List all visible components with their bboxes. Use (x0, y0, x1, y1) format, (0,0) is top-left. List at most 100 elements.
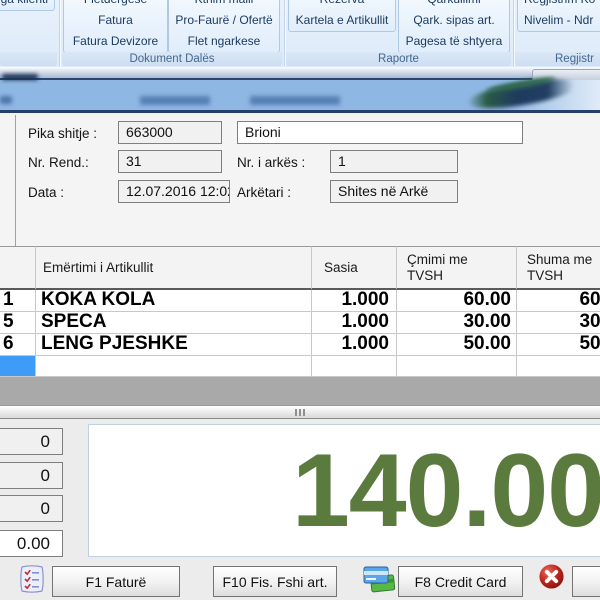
cell-qty[interactable]: 1.000 (312, 312, 397, 334)
ribbon-item-pro-faure-oferte[interactable]: Pro-Faurë / Ofertë (169, 10, 279, 31)
ribbon-item-fatura[interactable]: Fatura (64, 10, 167, 31)
ribbon-item-fletdergese[interactable]: Fletdërgesë (64, 0, 167, 10)
grid-header-rownum[interactable] (0, 246, 36, 290)
ribbon-group-divider (284, 0, 285, 66)
pos-app-window: ga klienti Fletdërgesë Fatura Fatura Dev… (0, 0, 600, 600)
f10-fshi-art-button[interactable]: F10 Fis. Fshi art. (213, 566, 337, 597)
grand-total-value: 140.00 (292, 439, 600, 543)
credit-card-icon[interactable] (362, 563, 396, 595)
grid-row-new-empty[interactable] (0, 356, 600, 377)
ribbon-group-divider (59, 0, 60, 66)
invoice-header-form: Pika shitje : 663000 Brioni Nr. Rend.: 3… (0, 113, 600, 246)
partial-button[interactable] (572, 566, 600, 597)
ribbon-column-dokument-1: Fletdërgesë Fatura Fatura Devizore (63, 0, 168, 53)
amount-field[interactable]: 0.00 (0, 530, 63, 557)
grand-total-display: 140.00 (88, 424, 600, 557)
ribbon-group-label-raporte: Raporte (286, 52, 511, 66)
splitter-grip-icon (295, 409, 297, 416)
ribbon-column-regjistrim: Regjistrim Ko Nivelim - Ndr (517, 0, 600, 32)
counter-field-2[interactable]: 0 (0, 462, 63, 489)
data-label: Data : (28, 181, 64, 204)
pika-shitje-label: Pika shitje : (28, 122, 97, 145)
cell-price[interactable]: 30.00 (397, 312, 517, 334)
cell-rownum[interactable]: 6 (0, 334, 36, 356)
nr-rend-label: Nr. Rend.: (28, 151, 89, 174)
splitter-grip-icon (299, 409, 301, 416)
items-grid-table: Emërtimi i Artikullit Sasia Çmimi me TVS… (0, 246, 600, 377)
selected-row-indicator[interactable] (0, 356, 36, 377)
data-field[interactable]: 12.07.2016 12:02 (118, 180, 230, 203)
grid-header-total-label: Shuma me TVSH (527, 252, 600, 284)
cell-price[interactable]: 50.00 (397, 334, 517, 356)
cell-total-empty[interactable] (517, 356, 600, 377)
grid-header-name[interactable]: Emërtimi i Artikullit (36, 246, 312, 290)
grid-header-qty[interactable]: Sasia (312, 246, 397, 290)
counter-field-3[interactable]: 0 (0, 495, 63, 522)
grid-header-total[interactable]: Shuma me TVSH (517, 246, 600, 290)
ribbon-item-partial-klienti[interactable]: ga klienti (0, 0, 54, 10)
ribbon-column-raporte-2: Qarkullimi Qark. sipas art. Pagesa të sh… (398, 0, 510, 53)
grid-header-qty-label: Sasia (324, 260, 358, 275)
ribbon-item-regjistrim[interactable]: Regjistrim Ko (518, 0, 600, 10)
arketari-label: Arkëtari : (237, 181, 291, 204)
nr-rend-field[interactable]: 31 (118, 150, 222, 173)
company-banner (0, 80, 600, 113)
ribbon-item-flet-ngarkese[interactable]: Flet ngarkese (169, 31, 279, 52)
items-grid: Emërtimi i Artikullit Sasia Çmimi me TVS… (0, 246, 600, 405)
splitter-grip-icon (303, 409, 305, 416)
horizontal-splitter[interactable] (0, 405, 600, 419)
f8-credit-card-button[interactable]: F8 Credit Card (398, 566, 523, 597)
grid-header-name-label: Emërtimi i Artikullit (43, 260, 153, 275)
cell-item-name-empty[interactable] (36, 356, 312, 377)
cancel-icon[interactable] (538, 563, 565, 590)
ribbon-column-dokument-2: Kthim malli Pro-Faurë / Ofertë Flet ngar… (168, 0, 280, 53)
redacted-text (140, 96, 210, 105)
redacted-text (250, 96, 340, 105)
cell-item-name[interactable]: SPECA (36, 312, 312, 334)
grid-header-row: Emërtimi i Artikullit Sasia Çmimi me TVS… (0, 246, 600, 290)
redacted-text (2, 74, 38, 80)
cell-price-empty[interactable] (397, 356, 517, 377)
grid-row[interactable]: 1 KOKA KOLA 1.000 60.00 60.00 (0, 290, 600, 312)
redacted-text (0, 96, 12, 104)
ribbon-item-kthim-malli[interactable]: Kthim malli (169, 0, 279, 10)
pika-shitje-code-field[interactable]: 663000 (118, 121, 222, 144)
panel-border (15, 115, 16, 246)
ribbon-item-fatura-devizore[interactable]: Fatura Devizore (64, 31, 167, 52)
ribbon-item-qarkullimi[interactable]: Qarkullimi (399, 0, 509, 10)
grid-row[interactable]: 6 LENG PJESHKE 1.000 50.00 50.00 (0, 334, 600, 356)
ribbon-group-divider (513, 0, 514, 66)
ribbon-column-raporte-1: Rezerva Kartela e Artikullit (288, 0, 396, 32)
cell-total[interactable]: 50.00 (517, 334, 600, 356)
arketari-field[interactable]: Shites në Arkë (330, 180, 458, 203)
ribbon-item-kartela-artikullit[interactable]: Kartela e Artikullit (289, 10, 395, 31)
ribbon-item-rezerva[interactable]: Rezerva (289, 0, 395, 10)
ribbon-group-label-dokument-dales: Dokument Dalës (62, 52, 282, 66)
cell-total[interactable]: 60.00 (517, 290, 600, 312)
cell-qty[interactable]: 1.000 (312, 334, 397, 356)
cell-qty-empty[interactable] (312, 356, 397, 377)
grid-header-price-label: Çmimi me TVSH (407, 252, 487, 284)
cell-rownum[interactable]: 1 (0, 290, 36, 312)
cell-price[interactable]: 60.00 (397, 290, 517, 312)
grid-header-price[interactable]: Çmimi me TVSH (397, 246, 517, 290)
ribbon-item-nivelim[interactable]: Nivelim - Ndr (518, 10, 600, 31)
ribbon-group-label-regjistrim: Regjistr (515, 52, 600, 66)
cell-item-name[interactable]: KOKA KOLA (36, 290, 312, 312)
ribbon-toolbar: ga klienti Fletdërgesë Fatura Fatura Dev… (0, 0, 600, 67)
ribbon-partial-group: ga klienti (0, 0, 55, 11)
window-chrome-bar (0, 67, 600, 80)
f1-fature-button[interactable]: F1 Faturë (52, 566, 180, 597)
ribbon-item-pagesa-te-shtyera[interactable]: Pagesa të shtyera (399, 31, 509, 52)
nr-arkes-field[interactable]: 1 (330, 150, 458, 173)
grid-row[interactable]: 5 SPECA 1.000 30.00 30.00 (0, 312, 600, 334)
pika-shitje-name-field[interactable]: Brioni (237, 121, 523, 144)
cell-item-name[interactable]: LENG PJESHKE (36, 334, 312, 356)
cell-rownum[interactable]: 5 (0, 312, 36, 334)
cell-qty[interactable]: 1.000 (312, 290, 397, 312)
ribbon-group-strip (0, 52, 57, 66)
ribbon-item-qark-sipas-art[interactable]: Qark. sipas art. (399, 10, 509, 31)
cell-total[interactable]: 30.00 (517, 312, 600, 334)
counter-field-1[interactable]: 0 (0, 428, 63, 455)
document-checklist-icon[interactable] (18, 564, 46, 594)
